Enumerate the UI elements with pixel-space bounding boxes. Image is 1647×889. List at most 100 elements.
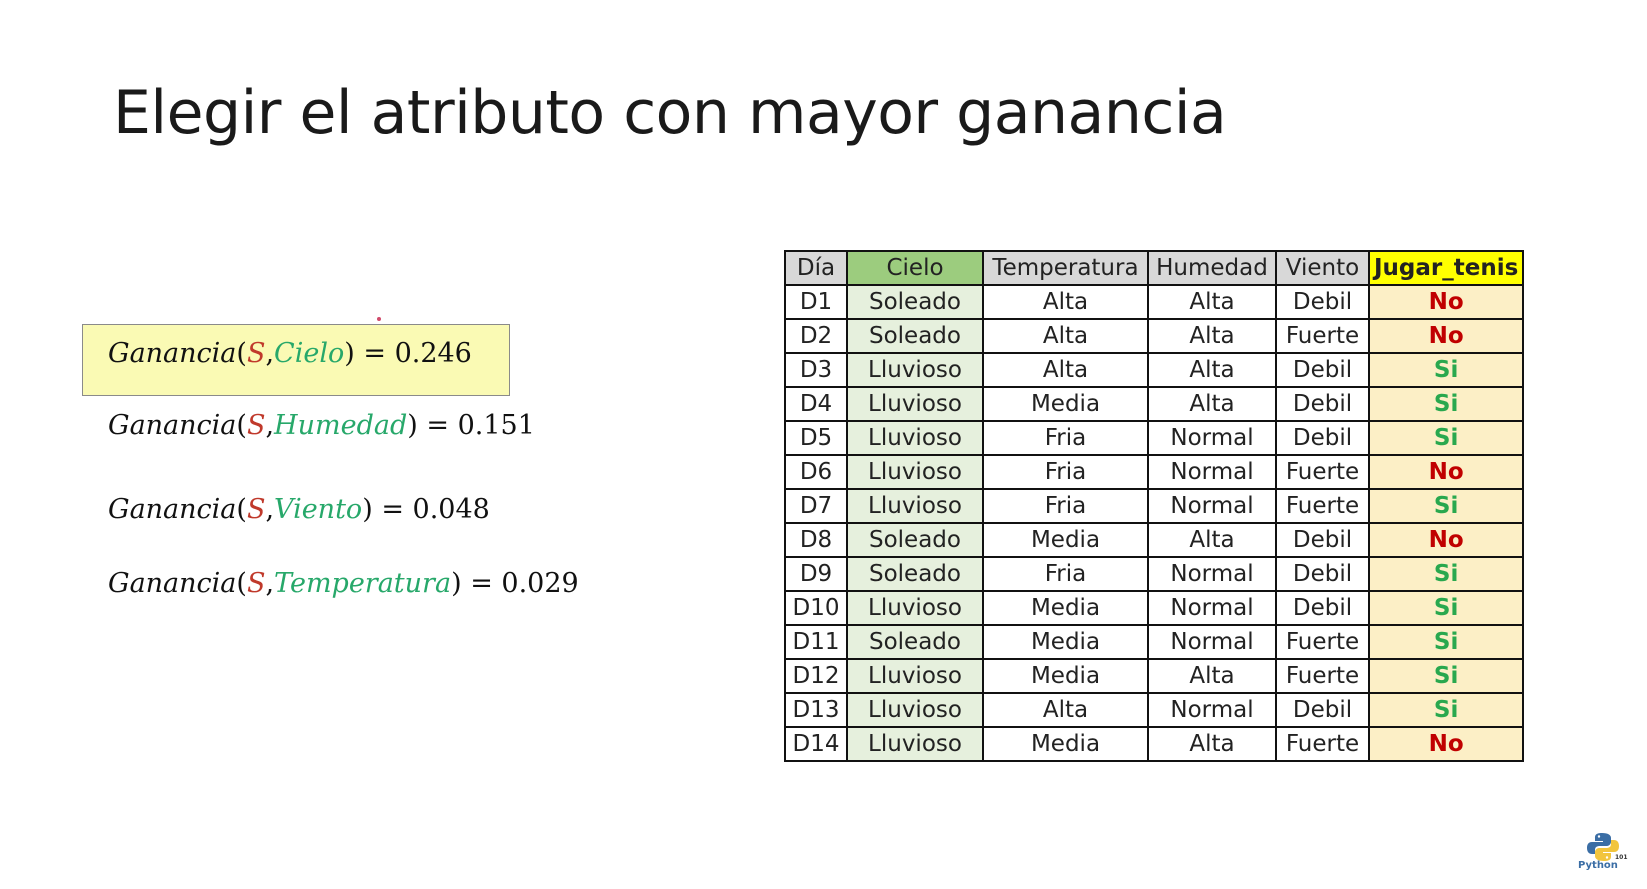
table-row: D13 Lluvioso Alta Normal Debil Si (784, 692, 1525, 728)
formula-cielo: Ganancia(S,Cielo) = 0.246 (108, 338, 472, 369)
cell-temperatura: Fria (982, 556, 1149, 592)
cell-viento: Fuerte (1275, 454, 1370, 490)
header-humedad: Humedad (1147, 250, 1277, 286)
header-dia: Día (784, 250, 848, 286)
header-cielo: Cielo (846, 250, 984, 286)
cell-jugar-tenis: Si (1367, 692, 1525, 728)
table-row: D8 Soleado Media Alta Debil No (784, 522, 1525, 558)
table-row: D1 Soleado Alta Alta Debil No (784, 284, 1525, 320)
tennis-data-table: Día Cielo Temperatura Humedad Viento Jug… (784, 250, 1525, 762)
cell-temperatura: Fria (982, 420, 1149, 456)
cell-cielo: Soleado (846, 556, 984, 592)
header-viento: Viento (1275, 250, 1370, 286)
cell-jugar-tenis: Si (1367, 352, 1525, 388)
cell-temperatura: Media (982, 386, 1149, 422)
cell-dia: D12 (784, 658, 848, 694)
cell-cielo: Lluvioso (846, 454, 984, 490)
table-row: D7 Lluvioso Fria Normal Fuerte Si (784, 488, 1525, 524)
cell-temperatura: Alta (982, 692, 1149, 728)
cell-temperatura: Alta (982, 284, 1149, 320)
cell-viento: Fuerte (1275, 318, 1370, 354)
cell-temperatura: Media (982, 624, 1149, 660)
cell-viento: Debil (1275, 556, 1370, 592)
cell-viento: Fuerte (1275, 488, 1370, 524)
formula-humedad: Ganancia(S,Humedad) = 0.151 (108, 410, 535, 441)
cell-dia: D8 (784, 522, 848, 558)
cell-jugar-tenis: No (1367, 522, 1525, 558)
cell-temperatura: Fria (982, 488, 1149, 524)
cell-jugar-tenis: No (1367, 726, 1525, 762)
python-101-logo: Python 101 (1578, 832, 1628, 880)
cell-viento: Fuerte (1275, 624, 1370, 660)
cell-viento: Debil (1275, 522, 1370, 558)
cell-humedad: Alta (1147, 318, 1277, 354)
cell-humedad: Alta (1147, 658, 1277, 694)
cell-dia: D14 (784, 726, 848, 762)
cell-dia: D1 (784, 284, 848, 320)
cell-jugar-tenis: No (1367, 318, 1525, 354)
cell-cielo: Soleado (846, 318, 984, 354)
cell-jugar-tenis: No (1367, 284, 1525, 320)
cell-temperatura: Alta (982, 318, 1149, 354)
cell-viento: Debil (1275, 284, 1370, 320)
formula-viento: Ganancia(S,Viento) = 0.048 (108, 494, 490, 525)
cell-cielo: Soleado (846, 284, 984, 320)
pointer-dot (377, 317, 381, 321)
cell-dia: D3 (784, 352, 848, 388)
cell-cielo: Lluvioso (846, 488, 984, 524)
cell-viento: Debil (1275, 420, 1370, 456)
cell-jugar-tenis: Si (1367, 386, 1525, 422)
cell-dia: D4 (784, 386, 848, 422)
cell-jugar-tenis: Si (1367, 488, 1525, 524)
cell-dia: D11 (784, 624, 848, 660)
cell-cielo: Lluvioso (846, 692, 984, 728)
cell-humedad: Alta (1147, 726, 1277, 762)
table-row: D5 Lluvioso Fria Normal Debil Si (784, 420, 1525, 456)
cell-dia: D13 (784, 692, 848, 728)
cell-viento: Fuerte (1275, 726, 1370, 762)
table-row: D6 Lluvioso Fria Normal Fuerte No (784, 454, 1525, 490)
cell-jugar-tenis: Si (1367, 420, 1525, 456)
cell-jugar-tenis: Si (1367, 556, 1525, 592)
cell-cielo: Lluvioso (846, 726, 984, 762)
cell-humedad: Normal (1147, 420, 1277, 456)
cell-dia: D9 (784, 556, 848, 592)
table-row: D2 Soleado Alta Alta Fuerte No (784, 318, 1525, 354)
table-row: D10 Lluvioso Media Normal Debil Si (784, 590, 1525, 626)
cell-viento: Debil (1275, 692, 1370, 728)
cell-temperatura: Fria (982, 454, 1149, 490)
cell-dia: D2 (784, 318, 848, 354)
cell-temperatura: Media (982, 590, 1149, 626)
cell-jugar-tenis: Si (1367, 658, 1525, 694)
cell-viento: Fuerte (1275, 658, 1370, 694)
table-row: D11 Soleado Media Normal Fuerte Si (784, 624, 1525, 660)
cell-dia: D5 (784, 420, 848, 456)
cell-temperatura: Media (982, 522, 1149, 558)
cell-humedad: Alta (1147, 522, 1277, 558)
cell-humedad: Normal (1147, 454, 1277, 490)
cell-humedad: Normal (1147, 692, 1277, 728)
cell-jugar-tenis: Si (1367, 590, 1525, 626)
formula-temperatura: Ganancia(S,Temperatura) = 0.029 (108, 568, 579, 599)
logo-label: Python (1578, 860, 1618, 871)
cell-humedad: Alta (1147, 284, 1277, 320)
cell-cielo: Soleado (846, 522, 984, 558)
cell-viento: Debil (1275, 590, 1370, 626)
header-temperatura: Temperatura (982, 250, 1149, 286)
table-header-row: Día Cielo Temperatura Humedad Viento Jug… (784, 250, 1525, 286)
table-row: D9 Soleado Fria Normal Debil Si (784, 556, 1525, 592)
cell-humedad: Normal (1147, 556, 1277, 592)
cell-dia: D7 (784, 488, 848, 524)
cell-cielo: Lluvioso (846, 590, 984, 626)
cell-humedad: Normal (1147, 488, 1277, 524)
cell-cielo: Soleado (846, 624, 984, 660)
cell-jugar-tenis: Si (1367, 624, 1525, 660)
cell-cielo: Lluvioso (846, 352, 984, 388)
table-row: D12 Lluvioso Media Alta Fuerte Si (784, 658, 1525, 694)
table-row: D3 Lluvioso Alta Alta Debil Si (784, 352, 1525, 388)
cell-viento: Debil (1275, 352, 1370, 388)
slide-title: Elegir el atributo con mayor ganancia (113, 78, 1227, 148)
header-jugar-tenis: Jugar_tenis (1367, 250, 1525, 286)
cell-dia: D6 (784, 454, 848, 490)
table-row: D4 Lluvioso Media Alta Debil Si (784, 386, 1525, 422)
